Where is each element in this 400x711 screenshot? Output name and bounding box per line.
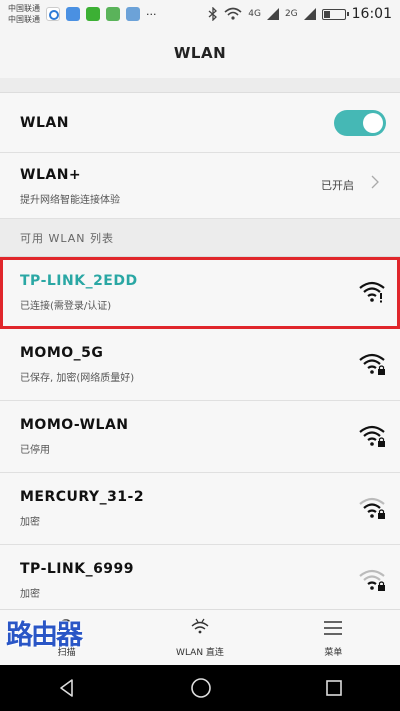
network-ssid: MOMO_5G: [20, 345, 104, 361]
network-ssid: TP-LINK_6999: [20, 561, 135, 577]
status-bar: 中国联通 中国联通 ··· 4G 2G 16:01: [0, 0, 400, 28]
wlan-direct-button[interactable]: WLAN 直连: [133, 610, 266, 665]
wlan-toggle-label: WLAN: [20, 114, 69, 131]
menu-button[interactable]: 菜单: [267, 610, 400, 665]
system-nav-bar: [0, 665, 400, 711]
clock: 16:01: [351, 6, 392, 22]
network-item[interactable]: MOMO_5G 已保存, 加密(网络质量好): [0, 329, 400, 401]
menu-icon: [324, 621, 343, 635]
recent-apps-icon[interactable]: [325, 679, 343, 697]
wlan-toggle-row[interactable]: WLAN: [0, 93, 400, 153]
chart-icon: [106, 7, 120, 21]
network-status: 加密: [20, 517, 40, 528]
back-icon[interactable]: [57, 678, 77, 698]
status-right: 4G 2G 16:01: [208, 6, 392, 22]
watermark-logo: 路由器: [6, 620, 83, 651]
network-type-2: 2G: [284, 9, 298, 19]
wlan-switch[interactable]: [334, 110, 386, 136]
network-ssid: MOMO-WLAN: [20, 417, 129, 433]
network-ssid: MERCURY_31-2: [20, 489, 145, 505]
settings-list: WLAN WLAN+ 提升网络智能连接体验 已开启 可用 WLAN 列表 TP-…: [0, 78, 400, 617]
battery-icon: [321, 8, 349, 20]
chevron-right-icon: [371, 175, 379, 189]
wifi-status-icon: [224, 7, 242, 20]
home-icon[interactable]: [190, 677, 212, 699]
network-item[interactable]: TP-LINK_6999 加密: [0, 545, 400, 617]
wlan-plus-state: 已开启: [321, 179, 354, 192]
wlan-direct-label: WLAN 直连: [176, 648, 224, 658]
network-status: 已保存, 加密(网络质量好): [20, 373, 135, 384]
signal-icon-2: [303, 8, 316, 20]
wifi-signal-locked-icon: [359, 425, 385, 447]
carrier-1: 中国联通: [8, 4, 40, 13]
network-status: 加密: [20, 589, 40, 600]
carrier-info: 中国联通 中国联通: [8, 3, 40, 25]
wechat-icon: [86, 7, 100, 21]
signal-icon-1: [266, 8, 279, 20]
wifi-signal-locked-icon: [359, 569, 385, 591]
network-item[interactable]: MERCURY_31-2 加密: [0, 473, 400, 545]
carrier-2: 中国联通: [8, 15, 40, 24]
status-left: 中国联通 中国联通 ···: [8, 3, 157, 25]
wlan-direct-icon: [191, 618, 209, 634]
gallery-icon: [126, 7, 140, 21]
wlan-plus-row[interactable]: WLAN+ 提升网络智能连接体验 已开启: [0, 153, 400, 219]
network-ssid: TP-LINK_2EDD: [20, 273, 138, 289]
page-title: WLAN: [0, 28, 400, 78]
wlan-plus-subtitle: 提升网络智能连接体验: [20, 195, 120, 206]
available-networks-header: 可用 WLAN 列表: [0, 219, 400, 257]
network-status: 已停用: [20, 445, 50, 456]
menu-label: 菜单: [324, 648, 343, 658]
wifi-signal-locked-icon: [359, 353, 385, 375]
wifi-signal-locked-icon: [359, 497, 385, 519]
more-notifications: ···: [146, 7, 157, 21]
bluetooth-icon: [208, 7, 218, 21]
cloud-icon: [66, 7, 80, 21]
network-type-1: 4G: [248, 9, 261, 19]
baidu-icon: [46, 7, 60, 21]
network-status: 已连接(需登录/认证): [20, 301, 112, 312]
top-divider: [0, 78, 400, 93]
switch-knob: [363, 113, 383, 133]
network-item[interactable]: MOMO-WLAN 已停用: [0, 401, 400, 473]
network-item[interactable]: TP-LINK_2EDD 已连接(需登录/认证): [0, 257, 400, 329]
wifi-signal-auth-icon: [359, 281, 385, 303]
